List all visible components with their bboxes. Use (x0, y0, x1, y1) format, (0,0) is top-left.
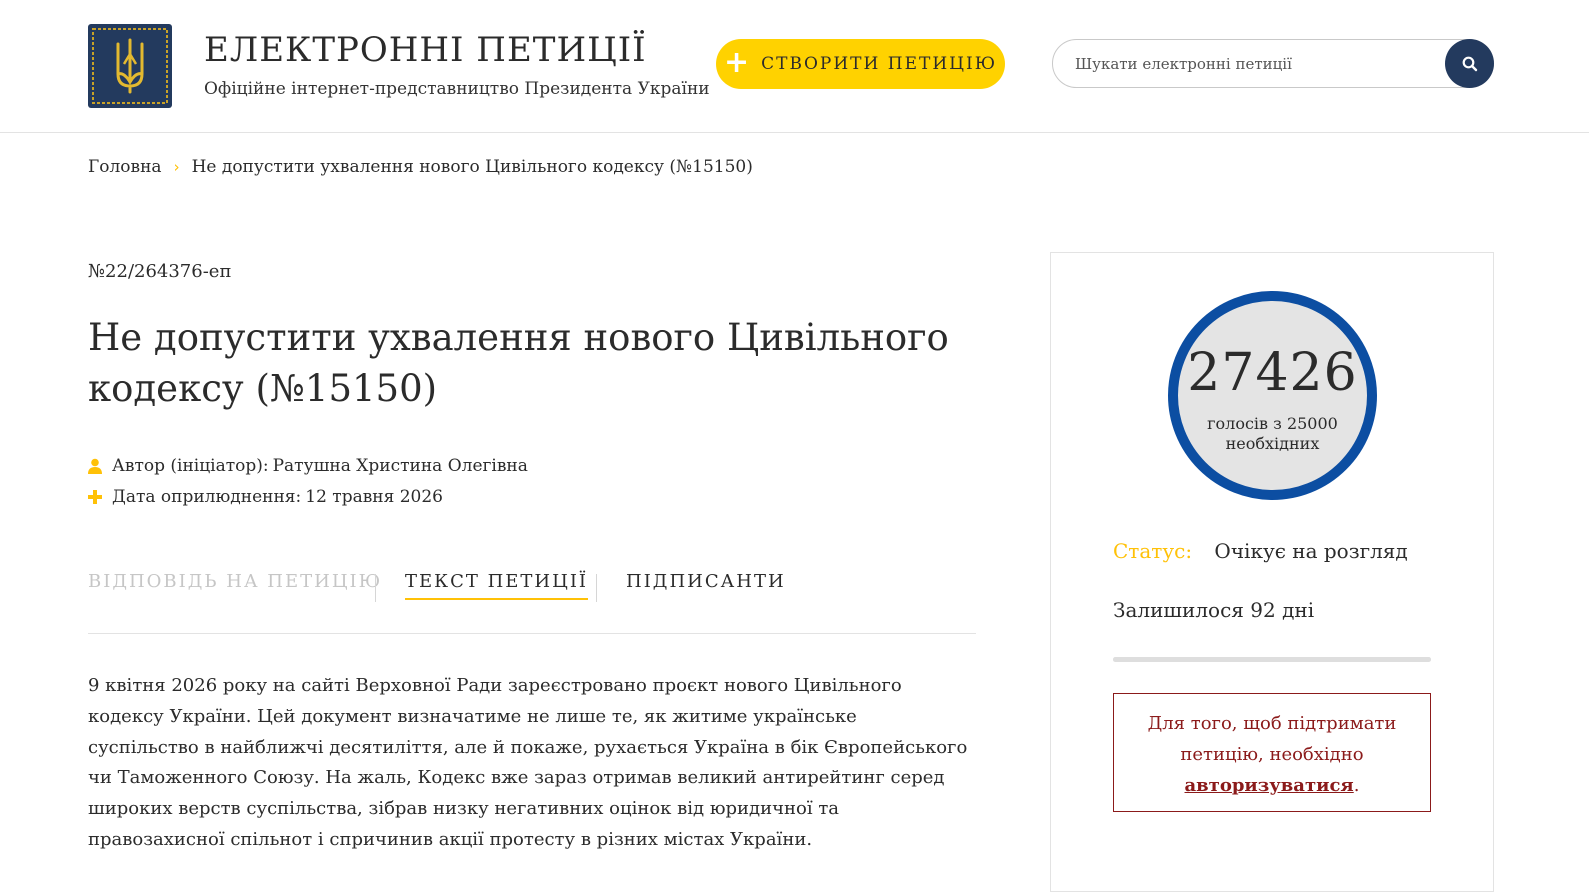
petition-number: №22/264376-еп (88, 261, 232, 282)
site-header: ЕЛЕКТРОННІ ПЕТИЦІЇ Офіційне інтернет-пре… (0, 0, 1589, 133)
tab-petition-text[interactable]: Текст петиції (405, 571, 589, 600)
search-button[interactable] (1445, 39, 1494, 88)
auth-link[interactable]: авторизуватися (1185, 775, 1354, 796)
search-icon (1462, 56, 1477, 71)
auth-notice-text: Для того, щоб підтримати петицію, необхі… (1147, 713, 1397, 765)
date-label: Дата оприлюднення: (112, 487, 302, 507)
petition-author-row: Автор (ініціатор): Ратушна Христина Олег… (88, 456, 528, 476)
breadcrumb: Головна › Не допустити ухвалення нового … (88, 157, 753, 177)
petition-date-row: Дата оприлюднення: 12 травня 2026 (88, 487, 443, 507)
create-petition-button[interactable]: + СТВОРИТИ ПЕТИЦІЮ (716, 39, 1005, 89)
trident-emblem-logo[interactable] (88, 24, 172, 108)
breadcrumb-home-link[interactable]: Головна (88, 157, 162, 177)
vote-count: 27426 (1187, 343, 1358, 403)
tab-signers[interactable]: Підписанти (626, 571, 786, 598)
auth-suffix: . (1353, 775, 1360, 796)
petition-tabs: Відповідь на петицію Текст петиції Підпи… (88, 571, 976, 634)
tab-answer[interactable]: Відповідь на петицію (88, 571, 382, 598)
plus-icon (88, 490, 102, 504)
vote-label: голосів з 25000 необхідних (1178, 414, 1367, 454)
days-left: Залишилося 92 дні (1113, 598, 1315, 622)
status-value: Очікує на розгляд (1214, 539, 1408, 563)
site-title[interactable]: ЕЛЕКТРОННІ ПЕТИЦІЇ (204, 30, 647, 70)
vote-label-text: голосів з 25000 необхідних (1207, 414, 1338, 453)
search-box (1052, 39, 1494, 88)
vote-counter: 27426 голосів з 25000 необхідних (1168, 291, 1377, 500)
user-icon (88, 458, 102, 474)
site-subtitle: Офіційне інтернет-представництво Президе… (204, 79, 710, 99)
status-row: Статус: Очікує на розгляд (1113, 539, 1408, 563)
petition-sidebar: 27426 голосів з 25000 необхідних Статус:… (1050, 252, 1494, 892)
breadcrumb-current: Не допустити ухвалення нового Цивільного… (191, 157, 753, 177)
search-input[interactable] (1073, 40, 1433, 87)
author-name: Ратушна Христина Олегівна (272, 456, 528, 476)
status-label: Статус: (1113, 539, 1193, 563)
progress-bar-fill (1113, 657, 1431, 662)
chevron-right-icon: › (173, 158, 180, 176)
plus-icon: + (724, 44, 752, 80)
petition-title: Не допустити ухвалення нового Цивільного… (88, 316, 949, 410)
progress-bar (1113, 657, 1431, 662)
author-label: Автор (ініціатор): (112, 456, 269, 476)
trident-emblem-icon (92, 28, 168, 104)
create-petition-label: СТВОРИТИ ПЕТИЦІЮ (761, 54, 997, 74)
tab-divider (375, 574, 376, 602)
auth-notice: Для того, щоб підтримати петицію, необхі… (1113, 693, 1431, 812)
publish-date: 12 травня 2026 (305, 487, 444, 507)
tab-divider (596, 574, 597, 602)
petition-body-text: 9 квітня 2026 року на сайті Верховної Ра… (88, 675, 968, 850)
